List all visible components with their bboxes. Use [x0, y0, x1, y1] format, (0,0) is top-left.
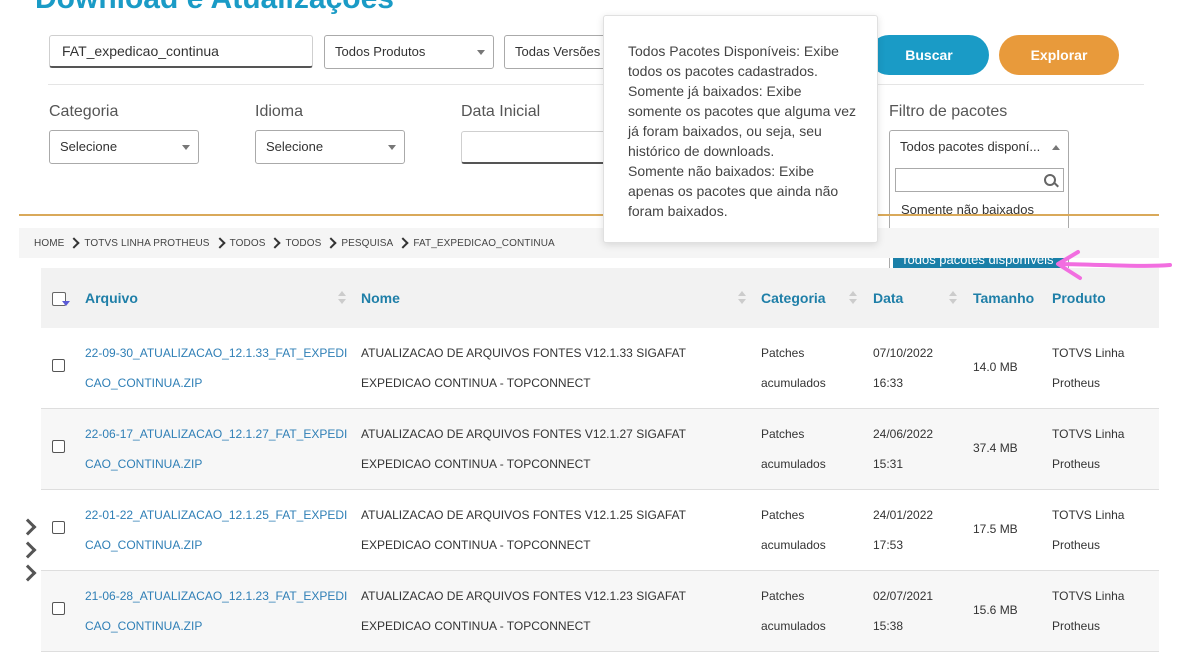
chevron-right-icon	[269, 237, 282, 249]
package-size: 14.0 MB	[973, 360, 1018, 374]
filter-help-tooltip: Todos Pacotes Disponíveis: Exibe todos o…	[603, 15, 878, 243]
package-product: TOTVS Linha Protheus	[1052, 346, 1125, 390]
package-date: 24/06/2022 15:31	[873, 427, 934, 471]
section-divider	[19, 214, 1159, 216]
package-product: TOTVS Linha Protheus	[1052, 508, 1125, 552]
package-date: 07/10/2022 16:33	[873, 346, 934, 390]
package-category: Patches acumulados	[761, 589, 826, 633]
header-produto[interactable]: Produto	[1052, 290, 1106, 306]
products-select[interactable]: Todos Produtos	[324, 35, 494, 69]
tooltip-line: Somente não baixados: Exibe apenas os pa…	[628, 163, 839, 219]
filtro-pacotes-dropdown: Somente não baixados Somente já baixados…	[889, 165, 1069, 277]
header-tamanho[interactable]: Tamanho	[973, 290, 1034, 306]
chevron-right-icon[interactable]	[19, 541, 37, 559]
table-header: Arquivo Nome Categoria Data Tamanho Prod…	[41, 268, 1159, 328]
package-product: TOTVS Linha Protheus	[1052, 427, 1125, 471]
file-link[interactable]: 21-06-28_ATUALIZACAO_12.1.23_FAT_EXPEDIC…	[85, 581, 350, 641]
header-categoria[interactable]: Categoria	[761, 290, 826, 306]
package-product: TOTVS Linha Protheus	[1052, 589, 1125, 633]
chevron-right-icon	[213, 237, 226, 249]
chevron-right-icon	[325, 237, 338, 249]
idioma-select[interactable]: Selecione	[255, 130, 405, 164]
divider	[48, 84, 1144, 85]
filtro-pacotes-select[interactable]: Todos pacotes disponí...	[889, 130, 1069, 166]
tooltip-line: Somente já baixados: Exibe somente os pa…	[628, 83, 857, 159]
table-row: 22-09-30_ATUALIZACAO_12.1.33_FAT_EXPEDIC…	[41, 328, 1159, 409]
breadcrumb: HOME TOTVS LINHA PROTHEUS TODOS TODOS PE…	[19, 228, 1159, 258]
breadcrumb-current: FAT_EXPEDICAO_CONTINUA	[413, 237, 555, 249]
file-link[interactable]: 22-06-17_ATUALIZACAO_12.1.27_FAT_EXPEDIC…	[85, 419, 350, 479]
package-size: 37.4 MB	[973, 441, 1018, 455]
table-row: 22-01-22_ATUALIZACAO_12.1.25_FAT_EXPEDIC…	[41, 490, 1159, 571]
checkbox-menu-icon[interactable]	[62, 301, 70, 306]
package-date: 02/07/2021 15:38	[873, 589, 934, 633]
option-somente-nao-baixados[interactable]: Somente não baixados	[893, 197, 1065, 222]
categoria-label: Categoria	[49, 103, 119, 120]
file-link[interactable]: 22-01-22_ATUALIZACAO_12.1.25_FAT_EXPEDIC…	[85, 500, 350, 560]
package-date: 24/01/2022 17:53	[873, 508, 934, 552]
breadcrumb-home[interactable]: HOME	[34, 238, 64, 249]
search-input[interactable]	[49, 35, 313, 68]
breadcrumb-pesquisa[interactable]: PESQUISA	[341, 238, 393, 249]
table-row: 22-06-17_ATUALIZACAO_12.1.27_FAT_EXPEDIC…	[41, 409, 1159, 490]
dropdown-arrow-up-icon	[1052, 145, 1060, 150]
breadcrumb-todos-2[interactable]: TODOS	[285, 238, 321, 249]
sort-icon[interactable]	[338, 291, 346, 305]
dropdown-arrow-icon	[477, 50, 485, 55]
package-name: ATUALIZACAO DE ARQUIVOS FONTES V12.1.33 …	[361, 346, 686, 390]
chevron-right-icon[interactable]	[19, 518, 37, 536]
sort-icon[interactable]	[949, 291, 957, 305]
breadcrumb-todos-1[interactable]: TODOS	[230, 238, 266, 249]
row-checkbox[interactable]	[52, 602, 65, 615]
package-name: ATUALIZACAO DE ARQUIVOS FONTES V12.1.25 …	[361, 508, 686, 552]
row-checkbox[interactable]	[52, 359, 65, 372]
versions-select[interactable]: Todas Versões	[504, 35, 614, 69]
file-link[interactable]: 22-09-30_ATUALIZACAO_12.1.33_FAT_EXPEDIC…	[85, 338, 350, 398]
row-checkbox[interactable]	[52, 440, 65, 453]
tooltip-line: Todos Pacotes Disponíveis: Exibe todos o…	[628, 43, 839, 79]
chevron-right-icon[interactable]	[19, 564, 37, 582]
idioma-label: Idioma	[255, 103, 304, 120]
versions-select-value: Todas Versões	[515, 44, 601, 59]
dropdown-arrow-icon	[182, 145, 190, 150]
package-category: Patches acumulados	[761, 346, 826, 390]
package-size: 15.6 MB	[973, 603, 1018, 617]
package-category: Patches acumulados	[761, 427, 826, 471]
annotation-arrow-icon	[1056, 250, 1172, 280]
filtro-pacotes-label: Filtro de pacotes	[889, 103, 1008, 120]
header-data[interactable]: Data	[873, 290, 903, 306]
row-checkbox[interactable]	[52, 521, 65, 534]
sort-icon[interactable]	[849, 291, 857, 305]
package-category: Patches acumulados	[761, 508, 826, 552]
header-arquivo[interactable]: Arquivo	[85, 290, 138, 306]
data-inicial-input[interactable]	[461, 131, 611, 164]
page-title: Download e Atualizações	[35, 0, 394, 16]
table-row: 21-06-28_ATUALIZACAO_12.1.23_FAT_EXPEDIC…	[41, 571, 1159, 652]
search-icon	[1044, 174, 1056, 186]
package-name: ATUALIZACAO DE ARQUIVOS FONTES V12.1.27 …	[361, 427, 686, 471]
package-name: ATUALIZACAO DE ARQUIVOS FONTES V12.1.23 …	[361, 589, 686, 633]
filtro-pacotes-value: Todos pacotes disponí...	[900, 139, 1041, 154]
explorar-button[interactable]: Explorar	[999, 35, 1119, 75]
breadcrumb-linha[interactable]: TOTVS LINHA PROTHEUS	[84, 238, 209, 249]
chevron-right-icon	[397, 237, 409, 249]
package-size: 17.5 MB	[973, 522, 1018, 536]
products-select-value: Todos Produtos	[335, 44, 426, 59]
chevron-right-icon	[68, 237, 81, 249]
data-inicial-label: Data Inicial	[461, 103, 541, 120]
categoria-select-value: Selecione	[60, 139, 118, 154]
sort-icon[interactable]	[738, 291, 746, 305]
buscar-button[interactable]: Buscar	[869, 35, 989, 75]
header-nome[interactable]: Nome	[361, 290, 400, 306]
idioma-select-value: Selecione	[266, 139, 324, 154]
dropdown-search-input[interactable]	[895, 168, 1064, 192]
dropdown-arrow-icon	[388, 145, 396, 150]
categoria-select[interactable]: Selecione	[49, 130, 199, 164]
